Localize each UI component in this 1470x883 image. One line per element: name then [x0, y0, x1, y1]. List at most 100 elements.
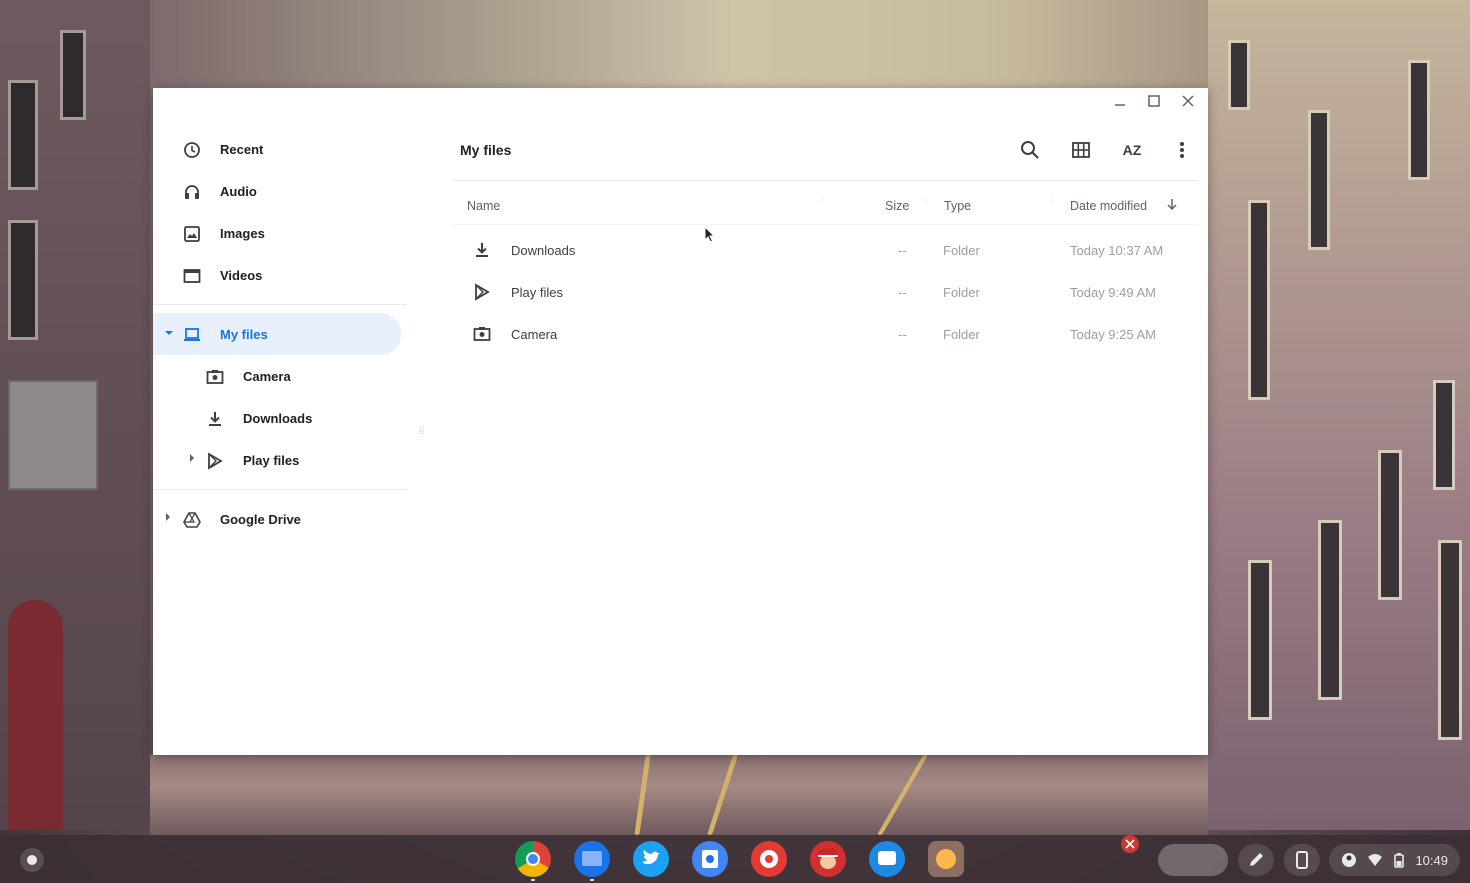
column-resize-handle[interactable]: ⁞: [821, 196, 827, 212]
launcher-button[interactable]: [20, 848, 44, 872]
search-button[interactable]: [1018, 138, 1042, 162]
column-headers: Name ⁞ Size ⁞ Type ⁞ Date modified: [453, 188, 1198, 224]
file-name: Camera: [511, 327, 558, 342]
app-icon[interactable]: [692, 841, 728, 877]
file-type: Folder: [943, 285, 980, 300]
navigation-sidebar: Recent Audio Images Videos My files Came…: [153, 128, 409, 540]
download-icon: [473, 241, 491, 259]
wallpaper-street: [150, 755, 1208, 835]
headphones-icon: [183, 183, 201, 201]
sidebar-item-downloads[interactable]: Downloads: [153, 397, 409, 439]
column-header-date[interactable]: Date modified: [1070, 199, 1147, 213]
sidebar-item-google-drive[interactable]: Google Drive: [153, 498, 409, 540]
video-icon: [183, 267, 201, 285]
sidebar-item-label: Recent: [220, 141, 264, 157]
mario-icon[interactable]: [810, 841, 846, 877]
sidebar-item-label: Audio: [220, 183, 257, 199]
file-size: --: [898, 243, 907, 258]
expand-arrow-icon[interactable]: [165, 331, 173, 335]
expand-arrow-icon[interactable]: [166, 513, 170, 521]
file-name: Play files: [511, 285, 564, 300]
column-header-type[interactable]: Type: [944, 199, 971, 213]
maximize-button[interactable]: [1144, 94, 1164, 114]
close-button[interactable]: [1178, 94, 1198, 114]
camera-icon: [206, 368, 224, 386]
holding-space-thumbnails[interactable]: [1158, 844, 1228, 876]
stylus-button[interactable]: [1238, 844, 1274, 876]
account-icon: [1342, 853, 1357, 867]
sidebar-item-images[interactable]: Images: [153, 212, 409, 254]
mouse-cursor-icon: [704, 225, 716, 249]
battery-icon: [1394, 853, 1405, 868]
phone-icon: [1296, 851, 1308, 869]
squirrel-icon[interactable]: [928, 841, 964, 877]
cake-icon[interactable]: [751, 841, 787, 877]
file-list: Downloads -- Folder Today 10:37 AM Play …: [453, 230, 1198, 356]
messages-icon[interactable]: [869, 841, 905, 877]
chrome-icon[interactable]: [515, 841, 551, 877]
phone-hub-button[interactable]: [1284, 844, 1320, 876]
sort-descending-icon: [1165, 197, 1179, 214]
pen-icon: [1250, 853, 1263, 866]
sidebar-item-audio[interactable]: Audio: [153, 170, 409, 212]
column-resize-handle[interactable]: ⁞: [924, 196, 930, 212]
column-resize-handle[interactable]: ⁞: [1050, 196, 1056, 212]
more-vert-icon: [1180, 142, 1184, 158]
download-icon: [206, 410, 224, 428]
window-controls: [1110, 94, 1198, 114]
file-type: Folder: [943, 243, 980, 258]
play-store-icon: [206, 452, 224, 470]
sidebar-item-label: Images: [220, 225, 265, 241]
toolbar: My files AZ: [453, 128, 1198, 174]
sidebar-item-label: My files: [220, 326, 268, 342]
wallpaper-building-right: [1208, 0, 1470, 830]
sidebar-item-label: Camera: [243, 368, 291, 384]
sidebar-item-videos[interactable]: Videos: [153, 254, 409, 296]
clock-icon: [183, 141, 201, 159]
sidebar-item-play-files[interactable]: Play files: [153, 439, 409, 481]
laptop-icon: [183, 326, 201, 344]
notification-badge-icon[interactable]: [1121, 835, 1139, 853]
column-header-size[interactable]: Size: [885, 199, 909, 213]
wifi-icon: [1368, 854, 1383, 866]
minimize-button[interactable]: [1110, 94, 1130, 114]
sidebar-item-my-files[interactable]: My files: [153, 313, 401, 355]
file-name: Downloads: [511, 243, 576, 258]
header-divider: [453, 224, 1198, 225]
image-icon: [183, 225, 201, 243]
app-running-indicator: [531, 879, 535, 881]
sidebar-item-camera[interactable]: Camera: [153, 355, 409, 397]
file-date: Today 9:49 AM: [1070, 285, 1156, 300]
sidebar-item-recent[interactable]: Recent: [153, 128, 409, 170]
table-row[interactable]: Downloads -- Folder Today 10:37 AM: [453, 230, 1198, 272]
sidebar-item-label: Downloads: [243, 410, 313, 426]
grid-view-button[interactable]: [1069, 138, 1093, 162]
wallpaper-building-left: [0, 0, 150, 830]
clock-time: 10:49: [1415, 852, 1448, 868]
system-shelf: 10:49: [0, 835, 1470, 883]
more-options-button[interactable]: [1170, 138, 1194, 162]
file-date: Today 10:37 AM: [1070, 243, 1164, 258]
breadcrumb[interactable]: My files: [460, 142, 511, 158]
play-store-icon: [473, 283, 491, 301]
sidebar-resize-handle[interactable]: ⁞⁞: [419, 427, 427, 442]
sort-button[interactable]: AZ: [1120, 138, 1144, 162]
file-size: --: [898, 285, 907, 300]
grid-view-icon: [1072, 142, 1090, 158]
files-icon[interactable]: [574, 841, 610, 877]
sidebar-divider: [153, 304, 407, 305]
expand-arrow-icon[interactable]: [190, 454, 194, 462]
table-row[interactable]: Camera -- Folder Today 9:25 AM: [453, 314, 1198, 356]
toolbar-divider: [453, 180, 1198, 181]
drive-icon: [183, 511, 201, 529]
sidebar-item-label: Videos: [220, 267, 263, 283]
status-tray[interactable]: 10:49: [1329, 844, 1460, 876]
files-app-window: Recent Audio Images Videos My files Came…: [153, 88, 1208, 755]
twitter-icon[interactable]: [633, 841, 669, 877]
file-list-pane: My files AZ Name ⁞ Size ⁞ Type ⁞ Date mo…: [453, 128, 1198, 342]
search-icon: [1021, 141, 1039, 159]
table-row[interactable]: Play files -- Folder Today 9:49 AM: [453, 272, 1198, 314]
sidebar-divider: [153, 489, 407, 490]
camera-icon: [473, 325, 491, 343]
column-header-name[interactable]: Name: [467, 199, 500, 213]
